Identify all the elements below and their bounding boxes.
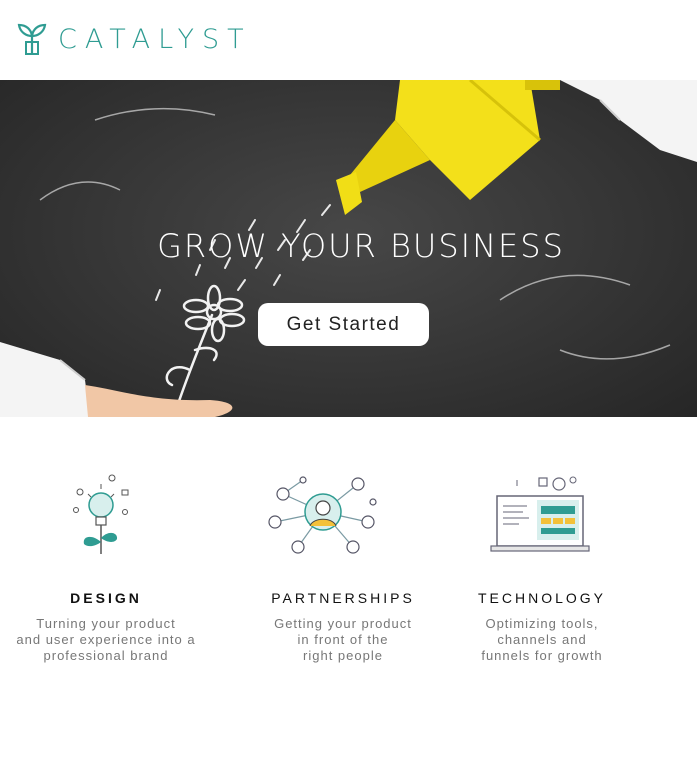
site-header: CATALYST [0, 0, 700, 80]
partnerships-network-icon [233, 470, 453, 560]
feature-partnerships: PARTNERSHIPS Getting your product in fro… [233, 470, 453, 664]
brand-name: CATALYST [58, 23, 252, 55]
feature-description-partnerships: Getting your product in front of the rig… [274, 616, 412, 663]
feature-title-design: DESIGN [70, 590, 142, 606]
feature-description-design: Turning your product and user experience… [16, 616, 196, 663]
feature-title-technology: TECHNOLOGY [477, 590, 606, 606]
hero-title: GROW YOUR BUSINESS [157, 227, 565, 265]
plant-sprout-icon [17, 23, 47, 55]
catalyst-logo[interactable]: CATALYST [16, 22, 252, 56]
feature-technology: TECHNOLOGY Optimizing tools, channels an… [432, 470, 652, 664]
get-started-button[interactable]: Get Started [258, 303, 429, 346]
lightbulb-design-icon [0, 470, 216, 560]
feature-description-technology: Optimizing tools, channels and funnels f… [481, 616, 603, 663]
feature-title-partnerships: PARTNERSHIPS [271, 590, 415, 606]
feature-design: DESIGN Turning your product and user exp… [0, 470, 216, 664]
technology-laptop-icon [432, 470, 652, 560]
hero-banner: GROW YOUR BUSINESS Get Started [0, 80, 697, 417]
